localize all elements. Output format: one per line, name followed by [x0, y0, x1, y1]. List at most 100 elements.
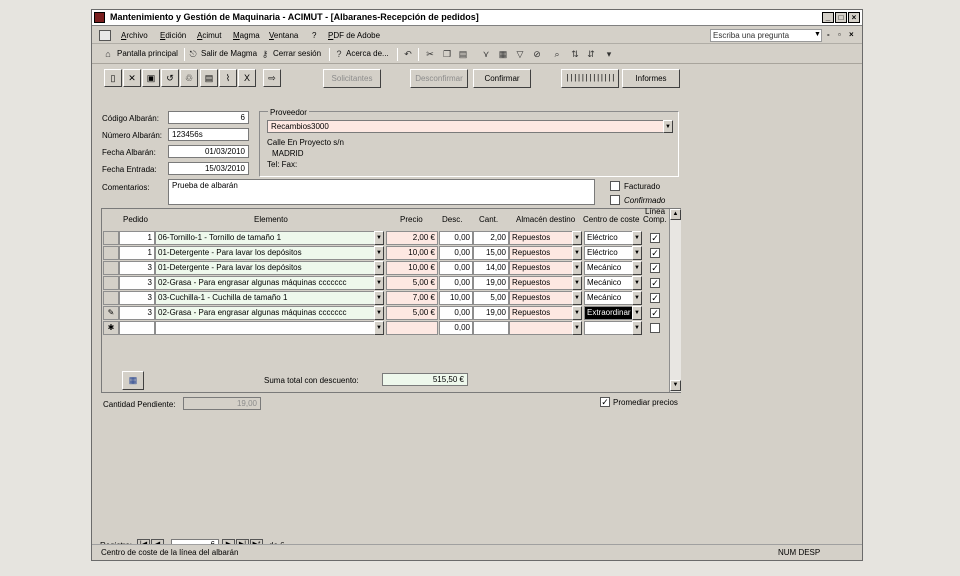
import-icon[interactable]: ⇨ [263, 69, 281, 87]
elemento-dropdown-icon[interactable]: ▼ [374, 231, 384, 245]
linea-comp-checkbox[interactable]: ✓ [650, 248, 660, 258]
salir-button[interactable]: Salir de Magma [201, 49, 257, 58]
elemento-dropdown-icon[interactable]: ▼ [374, 306, 384, 320]
cell-pedido[interactable] [119, 321, 155, 335]
elemento-dropdown-icon[interactable]: ▼ [374, 246, 384, 260]
cell-pedido[interactable]: 3 [119, 291, 155, 305]
paste-icon[interactable]: ▤ [458, 49, 468, 59]
find-icon[interactable]: ⌕ [552, 49, 562, 59]
new-row[interactable]: ✱ ▼ 0,00 ▼ ▼ [102, 321, 668, 336]
cell-almacen[interactable]: Repuestos [509, 291, 576, 305]
menu-edicion[interactable]: Edición [160, 31, 186, 40]
cell-pedido[interactable]: 1 [119, 246, 155, 260]
cell-elemento[interactable] [155, 321, 375, 335]
cell-cant[interactable] [473, 321, 509, 335]
cell-precio[interactable]: 10,00 € [386, 246, 438, 260]
remove-filter-icon[interactable]: ⊘ [532, 49, 542, 59]
cell-elemento[interactable]: 02-Grasa - Para engrasar algunas máquina… [155, 276, 375, 290]
cell-precio[interactable]: 2,00 € [386, 231, 438, 245]
elemento-dropdown-icon[interactable]: ▼ [374, 261, 384, 275]
confirmar-button[interactable]: Confirmar [473, 69, 531, 88]
centro-dropdown-icon[interactable]: ▼ [632, 306, 642, 320]
minimize-button[interactable]: _ [822, 12, 834, 23]
cell-almacen[interactable]: Repuestos [509, 261, 576, 275]
table-row[interactable]: 3 03-Cuchilla-1 - Cuchilla de tamaño 1 ▼ 7,… [102, 291, 668, 306]
centro-dropdown-icon[interactable]: ▼ [632, 276, 642, 290]
mdi-minimize-icon[interactable]: - [827, 30, 830, 39]
attach-icon[interactable]: ⌇ [219, 69, 237, 87]
cell-centro[interactable]: Mecánico [584, 291, 633, 305]
cell-centro[interactable] [584, 321, 633, 335]
cerrar-sesion-button[interactable]: Cerrar sesión [273, 49, 321, 58]
edit-row-icon[interactable]: ✎ [103, 306, 119, 320]
cell-cant[interactable]: 19,00 [473, 306, 509, 320]
cell-precio[interactable]: 7,00 € [386, 291, 438, 305]
cell-desc[interactable]: 0,00 [439, 321, 473, 335]
menu-help[interactable]: ? [312, 31, 316, 40]
cell-desc[interactable]: 0,00 [439, 246, 473, 260]
sort-desc-icon[interactable]: ⇵ [586, 49, 596, 59]
cell-elemento[interactable]: 01-Detergente - Para lavar los depósitos [155, 246, 375, 260]
filter-icon[interactable]: ▽ [515, 49, 525, 59]
menu-pdf[interactable]: PDF de Adobe [328, 31, 380, 40]
cell-almacen[interactable] [509, 321, 576, 335]
almacen-dropdown-icon[interactable]: ▼ [572, 321, 582, 335]
cell-almacen[interactable]: Repuestos [509, 231, 576, 245]
maximize-button[interactable]: □ [835, 12, 847, 23]
centro-dropdown-icon[interactable]: ▼ [632, 321, 642, 335]
menu-magma[interactable]: Magma [233, 31, 260, 40]
barcode-button[interactable]: ||||||||||||| [561, 69, 619, 88]
close-button[interactable]: × [848, 12, 860, 23]
cell-pedido[interactable]: 3 [119, 306, 155, 320]
undo-record-icon[interactable]: ✕ [123, 69, 141, 87]
menu-acimut[interactable]: Acimut [197, 31, 221, 40]
filter-form-icon[interactable]: ▦ [498, 49, 508, 59]
cell-pedido[interactable]: 3 [119, 276, 155, 290]
cell-cant[interactable]: 15,00 [473, 246, 509, 260]
menu-ventana[interactable]: Ventana [269, 31, 298, 40]
numero-field[interactable]: 123456s [168, 128, 249, 141]
desconfirmar-button[interactable]: Desconfirmar [410, 69, 468, 88]
cell-centro[interactable]: Mecánico [584, 261, 633, 275]
cell-precio[interactable]: 10,00 € [386, 261, 438, 275]
cell-cant[interactable]: 19,00 [473, 276, 509, 290]
centro-dropdown-icon[interactable]: ▼ [632, 246, 642, 260]
proveedor-select[interactable]: Recambios3000 [267, 120, 673, 133]
informes-button[interactable]: Informes [622, 69, 680, 88]
almacen-dropdown-icon[interactable]: ▼ [572, 291, 582, 305]
cell-cant[interactable]: 14,00 [473, 261, 509, 275]
cell-centro[interactable]: Eléctrico [584, 246, 633, 260]
centro-dropdown-icon[interactable]: ▼ [632, 231, 642, 245]
cell-elemento[interactable]: 06-Tornillo-1 - Tornillo de tamaño 1 [155, 231, 375, 245]
cell-desc[interactable]: 10,00 [439, 291, 473, 305]
new-record-icon[interactable]: ▯ [104, 69, 122, 87]
linea-comp-checkbox[interactable]: ✓ [650, 233, 660, 243]
elemento-dropdown-icon[interactable]: ▼ [374, 276, 384, 290]
sort-asc-icon[interactable]: ⇅ [570, 49, 580, 59]
row-selector[interactable] [103, 291, 119, 305]
table-row[interactable]: 3 01-Detergente - Para lavar los depósito… [102, 261, 668, 276]
print-icon[interactable]: ▤ [200, 69, 218, 87]
comentarios-field[interactable]: Prueba de albarán [168, 179, 595, 205]
cell-elemento[interactable]: 01-Detergente - Para lavar los depósitos [155, 261, 375, 275]
delete-icon[interactable]: ♲ [180, 69, 198, 87]
proveedor-dropdown-icon[interactable]: ▼ [663, 120, 673, 133]
cell-pedido[interactable]: 1 [119, 231, 155, 245]
calculator-icon[interactable]: ▦ [122, 371, 144, 390]
linea-comp-checkbox[interactable] [650, 323, 660, 333]
cell-almacen[interactable]: Repuestos [509, 306, 576, 320]
facturado-checkbox[interactable] [610, 181, 620, 191]
cell-cant[interactable]: 5,00 [473, 291, 509, 305]
help-dropdown-icon[interactable]: ▼ [814, 31, 821, 38]
cut-icon[interactable]: ✂ [425, 49, 435, 59]
cell-desc[interactable]: 0,00 [439, 276, 473, 290]
promediar-checkbox[interactable]: ✓ [600, 397, 610, 407]
almacen-dropdown-icon[interactable]: ▼ [572, 246, 582, 260]
copy-icon[interactable]: ❐ [442, 49, 452, 59]
undo-icon[interactable]: ↶ [403, 49, 413, 59]
mdi-restore-icon[interactable]: ▫ [838, 30, 841, 39]
cell-precio[interactable] [386, 321, 438, 335]
table-row[interactable]: 1 01-Detergente - Para lavar los depósito… [102, 246, 668, 261]
table-row[interactable]: ✎ 3 02-Grasa - Para engrasar algunas máqui… [102, 306, 668, 321]
table-row[interactable]: 3 02-Grasa - Para engrasar algunas máquin… [102, 276, 668, 291]
